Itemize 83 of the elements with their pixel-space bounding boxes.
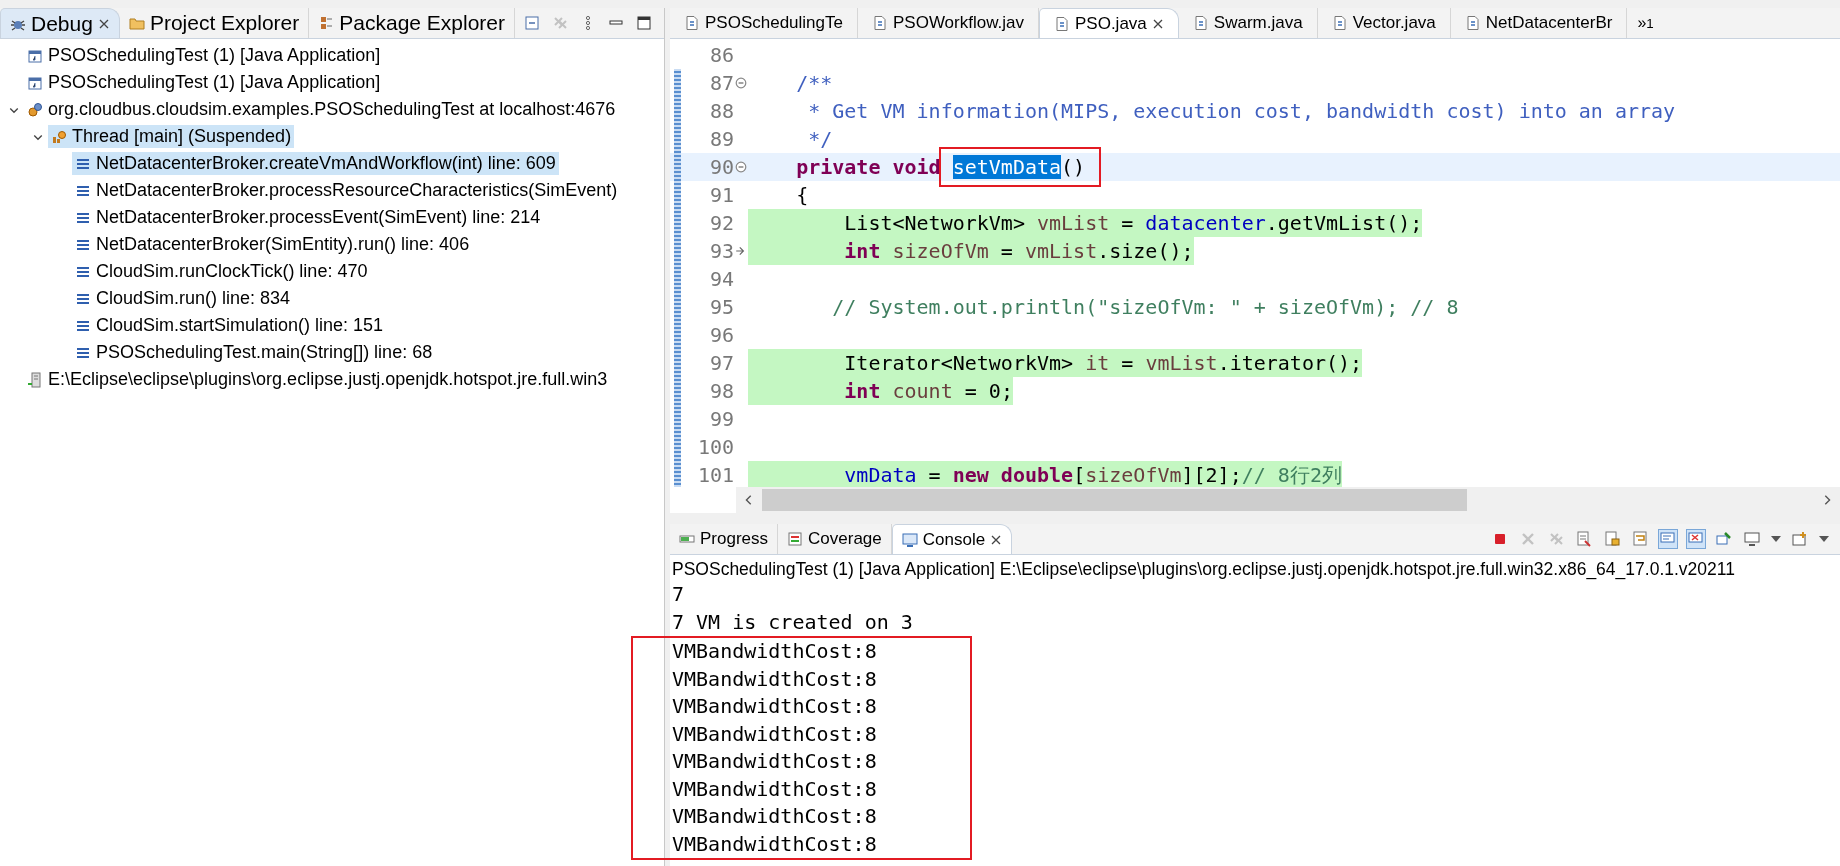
gear-icon (51, 128, 67, 145)
window-icon (27, 47, 43, 64)
line-number: 88 (708, 99, 734, 123)
code-line: // System.out.println("sizeOfVm: " + sizeOfVm); // 8 (831, 294, 1459, 321)
tree-item[interactable]: NetDatacenterBroker.createVmAndWorkflow(int) line: 609 (72, 152, 559, 175)
pin-icon[interactable] (1716, 531, 1732, 547)
tree-item[interactable]: NetDatacenterBroker.processResourceCharacteristics(SimEvent) (72, 179, 621, 202)
code-line: */ (807, 126, 833, 153)
java-file-icon (1192, 15, 1209, 31)
scroll-lock-icon[interactable] (1604, 531, 1620, 547)
code-line: * Get VM information(MIPS, execution cost, bandwidth cost) into an array (807, 98, 1676, 125)
java-file-icon (1331, 15, 1348, 31)
tree-item[interactable]: PSOSchedulingTest (1) [Java Application] (24, 44, 384, 67)
tree-item[interactable]: PSOSchedulingTest (1) [Java Application] (24, 71, 384, 94)
tab[interactable]: PSO.java (1039, 8, 1179, 38)
console-line: VMBandwidthCost:8 (672, 830, 878, 858)
tree-item[interactable]: NetDatacenterBroker.processEvent(SimEvent) line: 214 (72, 206, 544, 229)
console-line: VMBandwidthCost:8 (672, 665, 878, 693)
collapse-all-icon[interactable] (524, 15, 540, 31)
line-number: 97 (708, 351, 734, 375)
line-number: 98 (708, 379, 734, 403)
console-line: VMBandwidthCost:8 (672, 720, 878, 748)
folder-icon (128, 15, 145, 31)
console-icon (901, 531, 918, 548)
line-number: 89 (708, 127, 734, 151)
gears-icon (27, 101, 43, 118)
coverage-icon (787, 531, 804, 547)
code-line: { (795, 182, 809, 209)
line-number: 99 (708, 407, 734, 431)
console-line: 7 (672, 581, 686, 608)
tree-item[interactable]: org.cloudbus.cloudsim.examples.PSOSchedulingTest at localhost:4676 (24, 98, 619, 121)
fold-icon[interactable] (735, 77, 747, 89)
java-file-icon (684, 15, 700, 31)
server-icon (27, 371, 43, 388)
console-line: VMBandwidthCost:8 (672, 748, 878, 775)
line-number: 86 (708, 43, 734, 67)
tree-item[interactable]: Thread [main] (Suspended) (48, 125, 295, 148)
code-line: /** (795, 70, 833, 97)
stop-icon[interactable] (1492, 531, 1508, 547)
close-icon[interactable] (1151, 17, 1164, 30)
tree-item[interactable]: PSOSchedulingTest.main(String[]) line: 68 (72, 341, 436, 364)
monitor-icon[interactable] (1744, 531, 1760, 547)
console-line: VMBandwidthCost:8 (672, 693, 878, 720)
line-number: 93 (708, 239, 734, 263)
clear-console-icon[interactable] (1576, 531, 1592, 547)
selected-text: setVmData (952, 155, 1062, 179)
java-file-icon (1464, 15, 1481, 31)
line-number: 87 (708, 71, 734, 95)
console-line: VMBandwidthCost:8 (672, 803, 878, 830)
word-wrap-icon[interactable] (1632, 531, 1648, 547)
code-text: () (1061, 155, 1086, 179)
console-line: 7 VM is created on 3 (672, 608, 914, 636)
tree-item[interactable]: CloudSim.startSimulation() line: 151 (72, 314, 387, 337)
java-file-icon (872, 15, 888, 31)
console-line: VMBandwidthCost:8 (672, 638, 878, 665)
window-icon (27, 74, 43, 91)
maximize-icon[interactable] (636, 15, 652, 31)
line-number: 94 (708, 267, 734, 291)
new-console-icon[interactable] (1792, 531, 1808, 547)
line-number: 92 (708, 211, 734, 235)
line-number: 90 (708, 155, 734, 179)
line-number: 101 (696, 463, 734, 487)
tree-item[interactable]: NetDatacenterBroker(SimEntity).run() line: 406 (72, 233, 473, 256)
tab[interactable]: Console (891, 524, 1013, 554)
line-number: 96 (708, 323, 734, 347)
tree-item[interactable]: CloudSim.runClockTick() line: 470 (72, 260, 371, 283)
fold-icon[interactable] (735, 161, 747, 173)
line-number: 100 (696, 435, 734, 459)
line-number: 95 (708, 295, 734, 319)
console-header: PSOSchedulingTest (1) [Java Application] E:\Eclipse\eclipse\plugins\org.eclipse.justj.openjdk.hotspot.jre.full.win32.x86_64_17.0.1.v20211 (671, 558, 1736, 581)
console-line: VMBandwidthCost:8 (672, 775, 878, 803)
code-text: private void (795, 154, 942, 181)
close-icon[interactable] (990, 533, 1003, 546)
tree-item[interactable]: CloudSim.run() line: 834 (72, 287, 294, 310)
scrollbar-thumb[interactable] (762, 489, 1467, 511)
console-error-toggle[interactable] (1686, 529, 1706, 549)
java-file-icon (1054, 15, 1070, 32)
line-number: 91 (708, 183, 734, 207)
package-icon (318, 15, 335, 31)
console-output-toggle[interactable] (1658, 529, 1678, 549)
close-icon[interactable] (97, 17, 110, 30)
tree-item[interactable]: E:\Eclipse\eclipse\plugins\org.eclipse.justj.openjdk.hotspot.jre.full.win3 (24, 368, 611, 391)
tab[interactable]: Debug (0, 8, 120, 38)
